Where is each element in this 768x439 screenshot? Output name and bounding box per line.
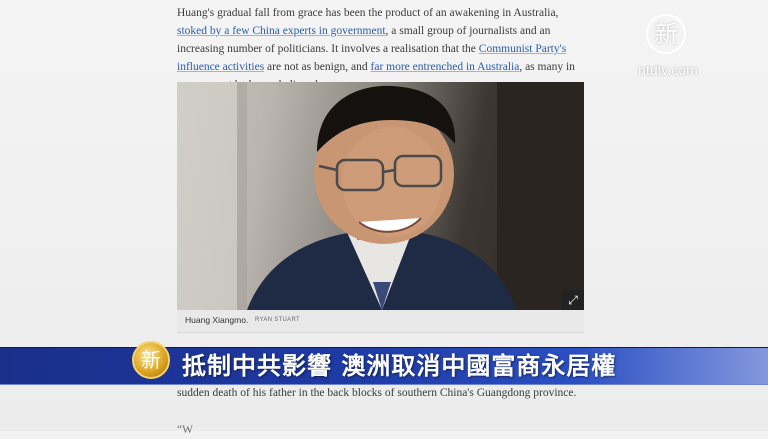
ntd-logo: 新 ntdtv.com [628,14,708,84]
paragraph-text: Huang's gradual fall from grace has been… [177,7,559,19]
headline-text: 抵制中共影響 澳洲取消中國富商永居權 [182,352,617,380]
caption-credit: RYAN STUART [255,317,300,323]
article-paragraph: “W [177,424,193,436]
logo-site-text: ntdtv.com [638,62,698,78]
link-entrenched[interactable]: far more entrenched in Australia [371,61,520,73]
headline-banner: 新 抵制中共影響 澳洲取消中國富商永居權 [0,341,768,385]
article-paragraph: Huang's gradual fall from grace has been… [177,4,587,94]
article-photo[interactable]: ⤢ [177,82,584,310]
photo-caption: Huang Xiangmo. RYAN STUART [177,310,584,333]
paragraph-text: are not as benign, and [264,61,371,73]
portrait-image [177,82,584,310]
ntd-emblem-icon: 新 [132,341,170,379]
expand-icon[interactable]: ⤢ [562,290,584,310]
logo-emblem: 新 [646,14,686,54]
caption-name: Huang Xiangmo. [185,315,249,325]
article-paragraph: sudden death of his father in the back b… [177,387,577,399]
link-china-experts[interactable]: stoked by a few China experts in governm… [177,25,386,37]
